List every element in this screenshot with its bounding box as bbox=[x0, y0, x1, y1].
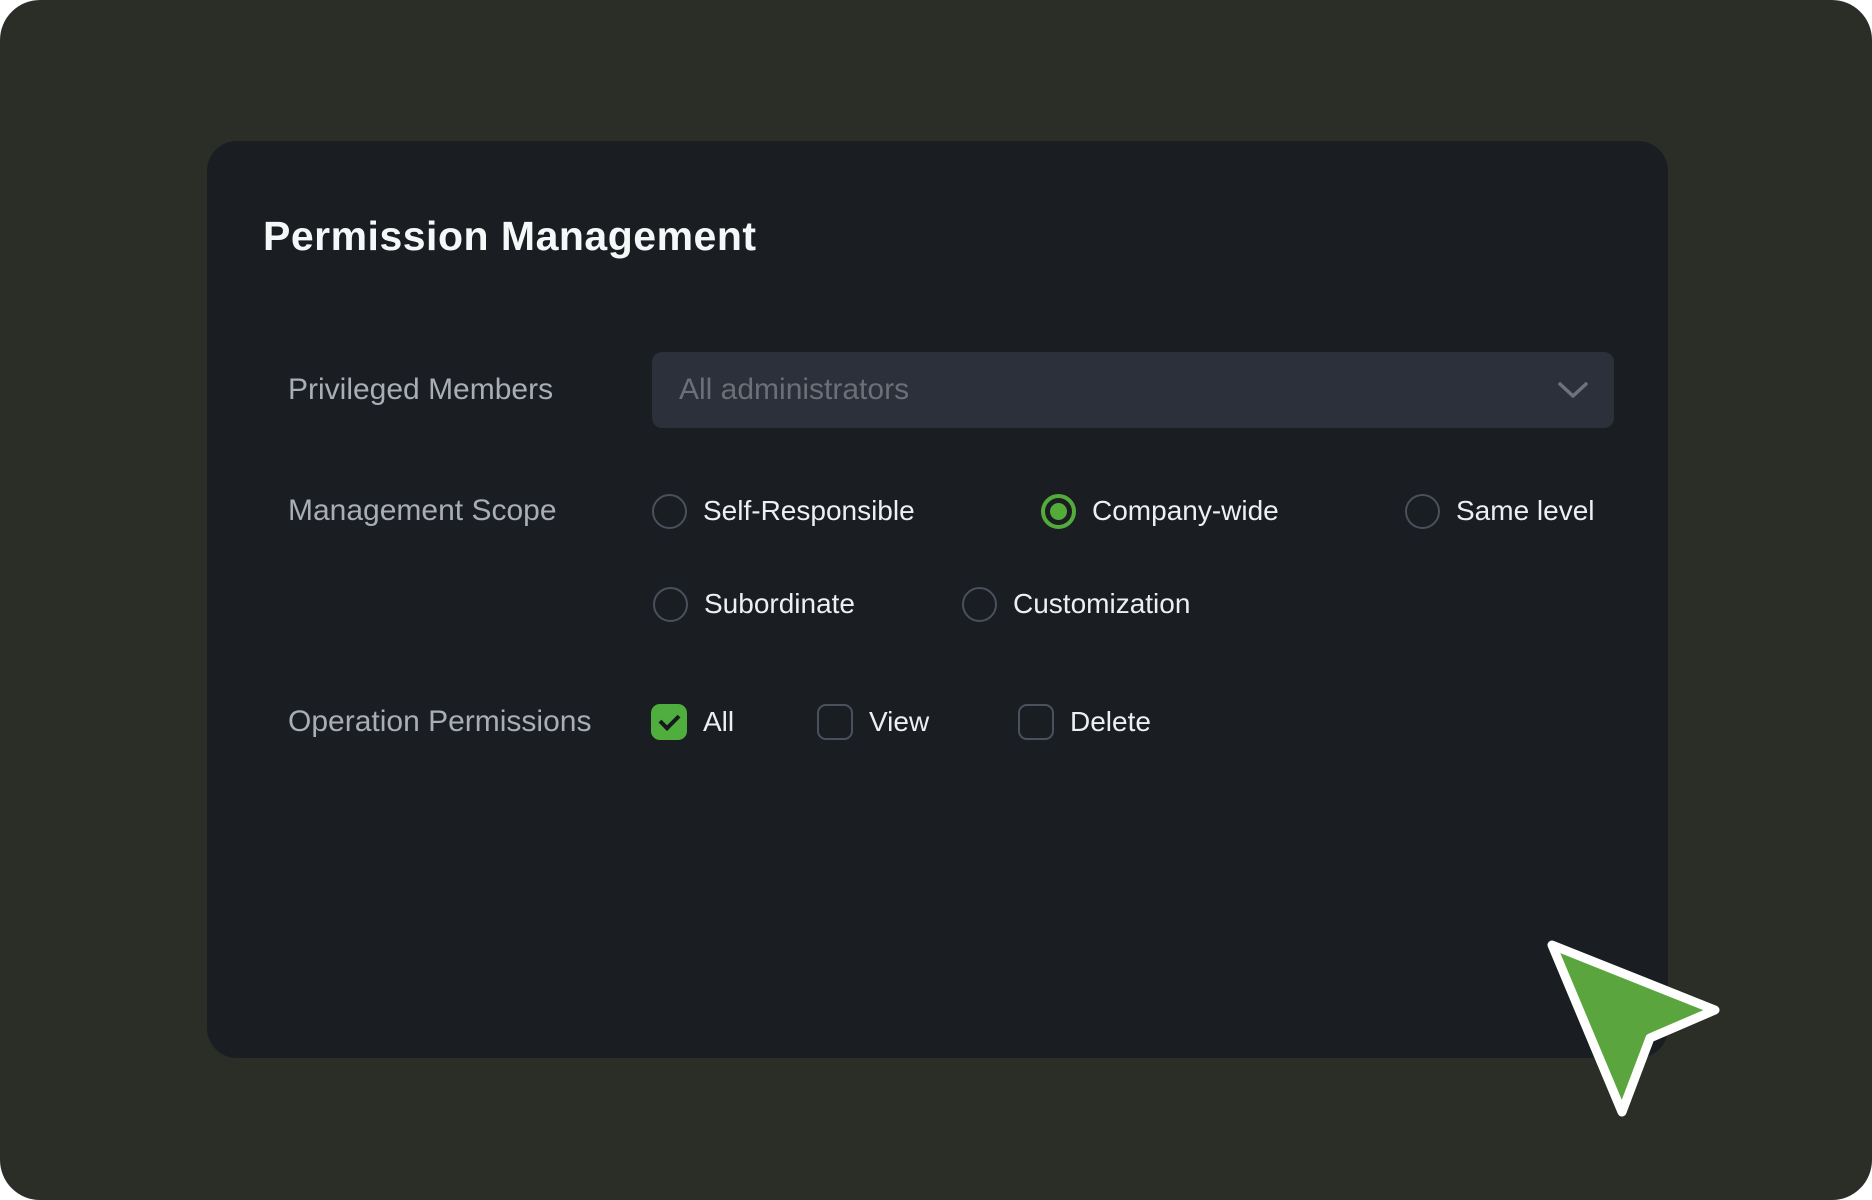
management-scope-label: Management Scope bbox=[288, 493, 557, 529]
radio-customization[interactable]: Customization bbox=[962, 586, 1190, 622]
privileged-members-select[interactable] bbox=[652, 352, 1614, 428]
radio-label: Customization bbox=[1013, 588, 1190, 620]
checkbox-empty-icon[interactable] bbox=[1018, 704, 1054, 740]
radio-circle-icon[interactable] bbox=[652, 494, 687, 529]
checkbox-delete[interactable]: Delete bbox=[1018, 704, 1151, 740]
screenshot-stage: Permission Management Privileged Members… bbox=[0, 0, 1872, 1200]
checkbox-all[interactable]: All bbox=[651, 704, 734, 740]
radio-circle-icon[interactable] bbox=[653, 587, 688, 622]
radio-same-level[interactable]: Same level bbox=[1405, 493, 1595, 529]
checkbox-checked-icon[interactable] bbox=[651, 704, 687, 740]
radio-circle-icon[interactable] bbox=[1405, 494, 1440, 529]
radio-label: Company-wide bbox=[1092, 495, 1279, 527]
privileged-members-input[interactable] bbox=[652, 352, 1614, 428]
page-title: Permission Management bbox=[263, 213, 757, 260]
radio-selected-icon[interactable] bbox=[1041, 494, 1076, 529]
radio-circle-icon[interactable] bbox=[962, 587, 997, 622]
chevron-down-icon bbox=[1558, 382, 1588, 399]
radio-company-wide[interactable]: Company-wide bbox=[1041, 493, 1279, 529]
checkbox-label: All bbox=[703, 706, 734, 738]
radio-label: Same level bbox=[1456, 495, 1595, 527]
checkbox-label: View bbox=[869, 706, 929, 738]
checkbox-empty-icon[interactable] bbox=[817, 704, 853, 740]
operation-permissions-label: Operation Permissions bbox=[288, 704, 591, 740]
privileged-members-label: Privileged Members bbox=[288, 352, 553, 428]
radio-subordinate[interactable]: Subordinate bbox=[653, 586, 855, 622]
radio-label: Self-Responsible bbox=[703, 495, 915, 527]
permission-management-panel: Permission Management Privileged Members… bbox=[207, 141, 1668, 1058]
checkbox-label: Delete bbox=[1070, 706, 1151, 738]
radio-label: Subordinate bbox=[704, 588, 855, 620]
radio-self-responsible[interactable]: Self-Responsible bbox=[652, 493, 915, 529]
checkbox-view[interactable]: View bbox=[817, 704, 929, 740]
